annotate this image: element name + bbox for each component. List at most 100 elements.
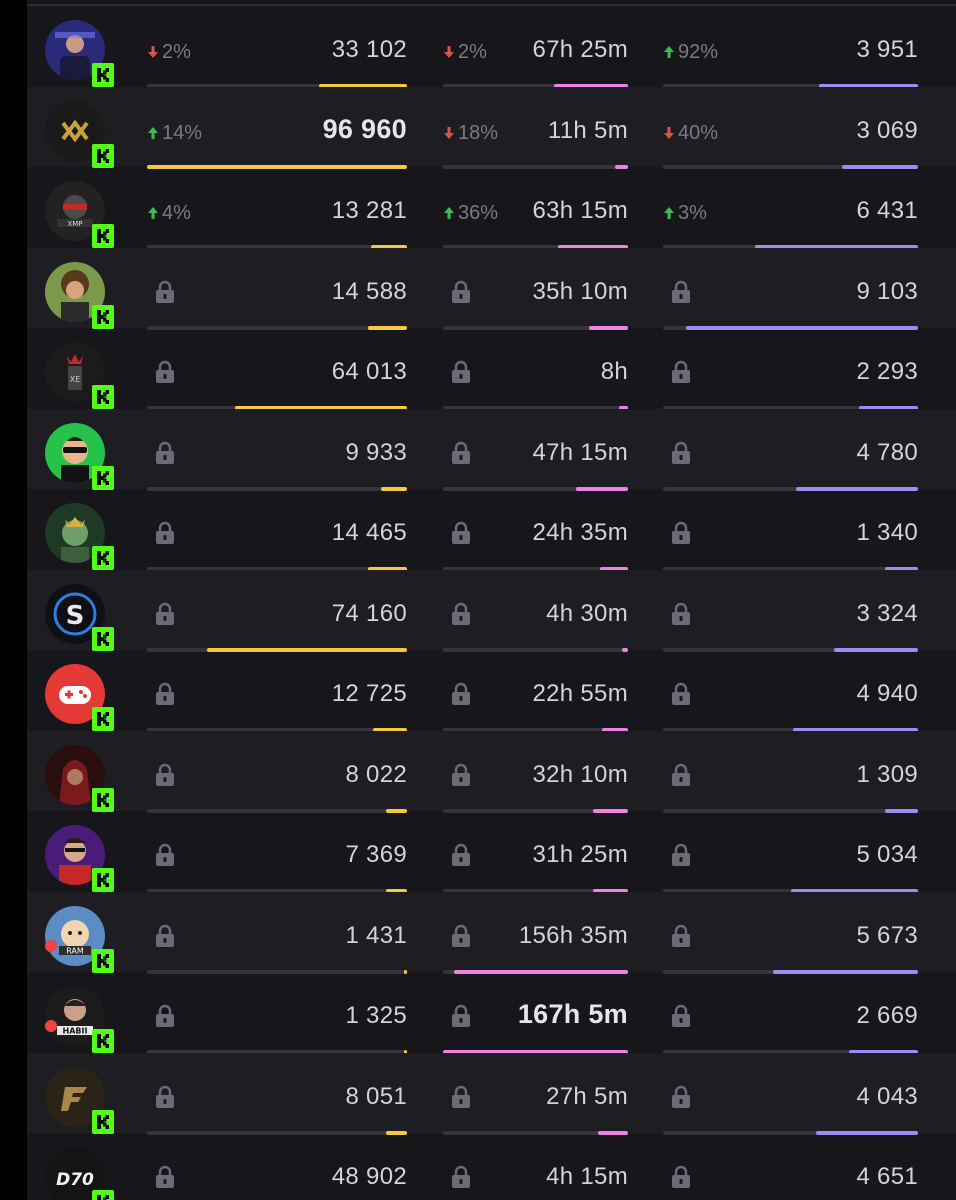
streamer-row[interactable]: 12 725 22h 55m 4 940 [27, 650, 956, 732]
streamer-row[interactable]: 8 022 32h 10m 1 309 [27, 730, 956, 813]
views-cell: 7 369 [147, 811, 407, 893]
lock-icon[interactable] [448, 842, 474, 868]
lock-icon[interactable] [668, 1084, 694, 1110]
hours-value: 63h 15m [532, 197, 628, 224]
lock-icon[interactable] [152, 601, 178, 627]
views-cell: 4% 13 281 [147, 167, 407, 249]
lock-icon[interactable] [448, 681, 474, 707]
lock-icon[interactable] [152, 440, 178, 466]
views-value: 74 160 [331, 599, 407, 627]
lock-icon[interactable] [152, 681, 178, 707]
lock-icon[interactable] [152, 1084, 178, 1110]
hours-cell: 18% 11h 5m [443, 87, 628, 169]
lock-icon[interactable] [448, 762, 474, 788]
lock-icon[interactable] [152, 279, 178, 305]
streamer-row[interactable]: 14 465 24h 35m 1 340 [27, 489, 956, 571]
hours-cell: 35h 10m [443, 248, 628, 330]
streamer-row[interactable]: 9 933 47h 15m 4 780 [27, 408, 956, 491]
lock-icon[interactable] [668, 440, 694, 466]
arrow-down-icon [443, 45, 455, 59]
lock-icon[interactable] [668, 842, 694, 868]
views-cell: 14 465 [147, 489, 407, 571]
streamer-row[interactable]: D70 48 902 4h 15m 4 651 [27, 1133, 956, 1200]
lock-icon[interactable] [668, 681, 694, 707]
lock-icon[interactable] [448, 923, 474, 949]
views-cell: 2% 33 102 [147, 6, 407, 88]
lock-icon[interactable] [152, 762, 178, 788]
lock-icon[interactable] [448, 1084, 474, 1110]
followers-change-value: 40% [678, 121, 719, 144]
lock-icon[interactable] [152, 359, 178, 385]
streamer-row[interactable]: XE 64 013 8h 2 293 [27, 328, 956, 410]
lock-icon[interactable] [152, 842, 178, 868]
lock-icon[interactable] [668, 601, 694, 627]
kick-platform-icon [92, 1109, 114, 1134]
lock-icon[interactable] [668, 762, 694, 788]
lock-icon[interactable] [448, 1164, 474, 1190]
lock-icon[interactable] [152, 923, 178, 949]
views-cell: 48 902 [147, 1133, 407, 1200]
kick-platform-icon [92, 626, 114, 651]
live-status-dot [45, 939, 57, 952]
views-change: 14% [147, 121, 202, 145]
followers-value: 2 293 [856, 358, 918, 385]
streamer-row[interactable]: S 74 160 4h 30m 3 324 [27, 569, 956, 652]
hours-value: 167h 5m [517, 999, 628, 1029]
hours-cell: 32h 10m [443, 731, 628, 813]
lock-icon[interactable] [448, 440, 474, 466]
views-change-value: 4% [162, 202, 191, 224]
lock-icon[interactable] [668, 1003, 694, 1029]
views-cell: 8 022 [147, 731, 407, 813]
views-cell: 8 051 [147, 1053, 407, 1135]
streamer-row[interactable]: HABII 1 325 167h 5m 2 669 [27, 972, 956, 1054]
views-value: 13 281 [331, 197, 407, 224]
lock-icon[interactable] [668, 520, 694, 546]
streamer-row[interactable]: 7 369 31h 25m 5 034 [27, 811, 956, 893]
arrow-up-icon [147, 126, 159, 140]
hours-cell: 31h 25m [443, 811, 628, 893]
hours-value: 32h 10m [532, 760, 628, 788]
kick-platform-icon [92, 787, 114, 812]
lock-icon[interactable] [448, 601, 474, 627]
streamer-row[interactable]: 2% 33 102 2% 67h 25m 92% 3 951 [27, 6, 956, 88]
streamer-row[interactable]: 14 588 35h 10m 9 103 [27, 247, 956, 330]
hours-value: 67h 25m [532, 36, 628, 63]
lock-icon[interactable] [668, 923, 694, 949]
followers-cell: 1 340 [663, 489, 918, 571]
followers-value: 4 940 [856, 680, 918, 707]
views-cell: 14 588 [147, 248, 407, 330]
views-cell: 14% 96 960 [147, 87, 407, 169]
views-value: 48 902 [331, 1163, 407, 1190]
streamer-row[interactable]: XMP 4% 13 281 36% 63h 15m 3% 6 431 [27, 167, 956, 249]
live-status-dot [45, 1020, 57, 1032]
followers-value: 6 431 [856, 197, 918, 224]
kick-platform-icon [92, 224, 114, 248]
followers-value: 4 780 [856, 438, 918, 466]
lock-icon[interactable] [668, 359, 694, 385]
hours-cell: 4h 30m [443, 570, 628, 652]
lock-icon[interactable] [448, 279, 474, 305]
hours-value: 156h 35m [518, 921, 628, 949]
lock-icon[interactable] [448, 359, 474, 385]
svg-text:S: S [66, 601, 85, 631]
views-change: 4% [147, 201, 191, 225]
lock-icon[interactable] [152, 520, 178, 546]
hours-change: 36% [443, 201, 498, 225]
lock-icon[interactable] [668, 1164, 694, 1190]
views-value: 12 725 [331, 680, 407, 707]
lock-icon[interactable] [448, 520, 474, 546]
hours-value: 8h [600, 358, 628, 385]
followers-change-value: 92% [678, 41, 719, 63]
arrow-up-icon [663, 45, 675, 59]
followers-value: 3 324 [856, 599, 918, 627]
lock-icon[interactable] [152, 1003, 178, 1029]
hours-value: 4h 30m [546, 599, 628, 627]
streamer-row[interactable]: RAM 1 431 156h 35m 5 673 [27, 891, 956, 974]
streamer-row[interactable]: 8 051 27h 5m 4 043 [27, 1052, 956, 1135]
lock-icon[interactable] [668, 279, 694, 305]
lock-icon[interactable] [152, 1164, 178, 1190]
kick-platform-icon [92, 1029, 114, 1053]
lock-icon[interactable] [448, 1003, 474, 1029]
kick-platform-icon [92, 143, 114, 168]
streamer-row[interactable]: 14% 96 960 18% 11h 5m 40% 3 069 [27, 86, 956, 169]
